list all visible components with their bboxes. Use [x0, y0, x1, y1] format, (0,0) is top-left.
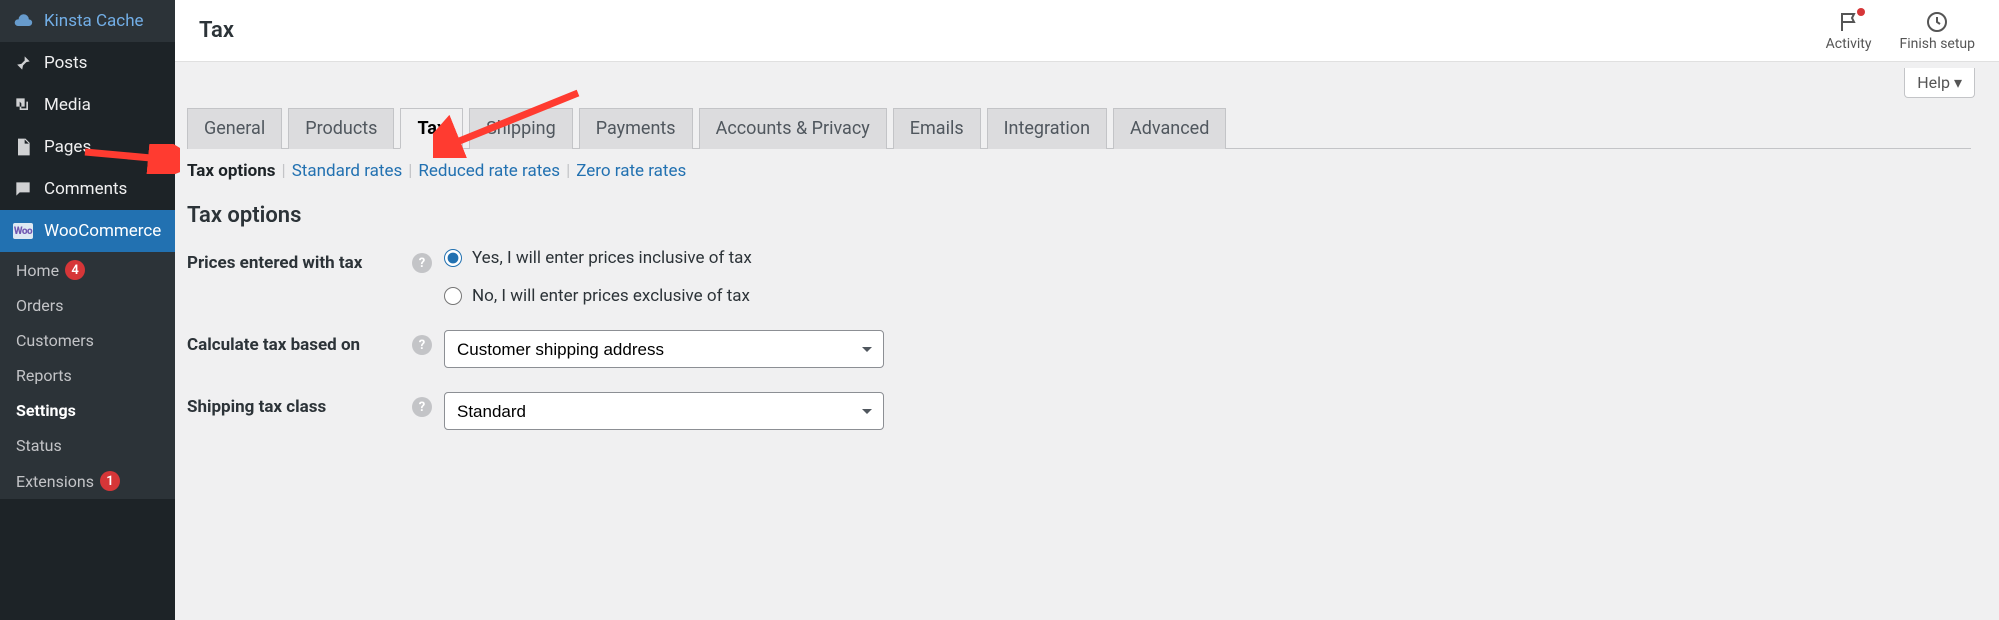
tab-general[interactable]: General	[187, 108, 282, 149]
separator: |	[408, 161, 412, 181]
help-tab[interactable]: Help ▾	[1904, 68, 1975, 98]
submenu-item-label: Settings	[16, 401, 76, 420]
sidebar-item-label: Posts	[44, 53, 87, 73]
separator: |	[282, 161, 286, 181]
pin-icon	[12, 52, 34, 74]
tab-advanced[interactable]: Advanced	[1113, 108, 1226, 149]
sidebar-item-label: Comments	[44, 179, 127, 199]
clock-icon	[1925, 10, 1949, 34]
tab-emails[interactable]: Emails	[893, 108, 981, 149]
field-label: Prices entered with tax	[187, 248, 412, 273]
row-shipping-tax-class: Shipping tax class ? Standard	[187, 392, 1971, 430]
submenu-item-label: Extensions	[16, 472, 94, 491]
finish-setup-button[interactable]: Finish setup	[1900, 10, 1976, 52]
sidebar-item-label: Kinsta Cache	[44, 11, 144, 31]
help-label: Help	[1917, 73, 1950, 92]
sidebar-item-pages[interactable]: Pages	[0, 126, 175, 168]
separator: |	[566, 161, 570, 181]
radio-input[interactable]	[444, 249, 462, 267]
calculate-tax-select[interactable]: Customer shipping address	[444, 330, 884, 368]
help-icon[interactable]: ?	[412, 397, 432, 417]
row-calculate-tax-based-on: Calculate tax based on ? Customer shippi…	[187, 330, 1971, 368]
subtab-reduced-rate-rates[interactable]: Reduced rate rates	[418, 161, 560, 181]
count-badge: 4	[65, 260, 85, 280]
cloud-icon	[12, 10, 34, 32]
sidebar-item-posts[interactable]: Posts	[0, 42, 175, 84]
submenu-item-extensions[interactable]: Extensions 1	[0, 463, 175, 499]
submenu-item-reports[interactable]: Reports	[0, 358, 175, 393]
activity-button[interactable]: Activity	[1826, 10, 1872, 52]
submenu-item-orders[interactable]: Orders	[0, 288, 175, 323]
tab-products[interactable]: Products	[288, 108, 394, 149]
radio-prices-exclusive[interactable]: No, I will enter prices exclusive of tax	[444, 286, 752, 306]
submenu-item-label: Orders	[16, 296, 63, 315]
sidebar-item-label: WooCommerce	[44, 221, 161, 241]
activity-dot-icon	[1857, 8, 1865, 16]
page-title: Tax	[199, 18, 234, 43]
count-badge: 1	[100, 471, 120, 491]
flag-icon	[1837, 10, 1861, 34]
field-label: Calculate tax based on	[187, 330, 412, 355]
comment-icon	[12, 178, 34, 200]
radio-input[interactable]	[444, 287, 462, 305]
submenu-item-customers[interactable]: Customers	[0, 323, 175, 358]
sidebar-item-kinsta-cache[interactable]: Kinsta Cache	[0, 0, 175, 42]
media-icon	[12, 94, 34, 116]
tab-accounts-privacy[interactable]: Accounts & Privacy	[699, 108, 887, 149]
help-icon[interactable]: ?	[412, 335, 432, 355]
tab-shipping[interactable]: Shipping	[469, 108, 573, 149]
tab-integration[interactable]: Integration	[987, 108, 1107, 149]
tax-subtabs: Tax options | Standard rates | Reduced r…	[187, 149, 1971, 187]
tab-tax[interactable]: Tax	[400, 108, 463, 149]
section-title: Tax options	[187, 203, 1971, 228]
submenu-item-label: Home	[16, 261, 59, 280]
submenu-item-status[interactable]: Status	[0, 428, 175, 463]
subtab-standard-rates[interactable]: Standard rates	[292, 161, 403, 181]
subtab-tax-options[interactable]: Tax options	[187, 161, 276, 181]
activity-label: Activity	[1826, 36, 1872, 52]
submenu-item-settings[interactable]: Settings	[0, 393, 175, 428]
finish-label: Finish setup	[1900, 36, 1976, 52]
woo-icon: Woo	[12, 220, 34, 242]
radio-label: Yes, I will enter prices inclusive of ta…	[472, 248, 752, 268]
shipping-tax-class-select[interactable]: Standard	[444, 392, 884, 430]
subtab-zero-rate-rates[interactable]: Zero rate rates	[576, 161, 686, 181]
row-prices-entered-with-tax: Prices entered with tax ? Yes, I will en…	[187, 248, 1971, 306]
submenu-item-home[interactable]: Home 4	[0, 252, 175, 288]
radio-prices-inclusive[interactable]: Yes, I will enter prices inclusive of ta…	[444, 248, 752, 268]
settings-tabs: General Products Tax Shipping Payments A…	[187, 108, 1971, 149]
chevron-down-icon: ▾	[1954, 73, 1962, 92]
field-label: Shipping tax class	[187, 392, 412, 417]
sidebar-item-label: Pages	[44, 137, 91, 157]
woocommerce-submenu: Home 4 Orders Customers Reports Settings…	[0, 252, 175, 499]
radio-label: No, I will enter prices exclusive of tax	[472, 286, 750, 306]
sidebar-item-label: Media	[44, 95, 91, 115]
submenu-item-label: Customers	[16, 331, 94, 350]
sidebar-item-woocommerce[interactable]: Woo WooCommerce	[0, 210, 175, 252]
sidebar-item-comments[interactable]: Comments	[0, 168, 175, 210]
tab-payments[interactable]: Payments	[579, 108, 693, 149]
submenu-item-label: Status	[16, 436, 62, 455]
page-icon	[12, 136, 34, 158]
submenu-item-label: Reports	[16, 366, 72, 385]
admin-sidebar: Kinsta Cache Posts Media Pages Comments	[0, 0, 175, 620]
help-icon[interactable]: ?	[412, 253, 432, 273]
topbar: Tax Activity Finish setup	[175, 0, 1999, 62]
sidebar-item-media[interactable]: Media	[0, 84, 175, 126]
